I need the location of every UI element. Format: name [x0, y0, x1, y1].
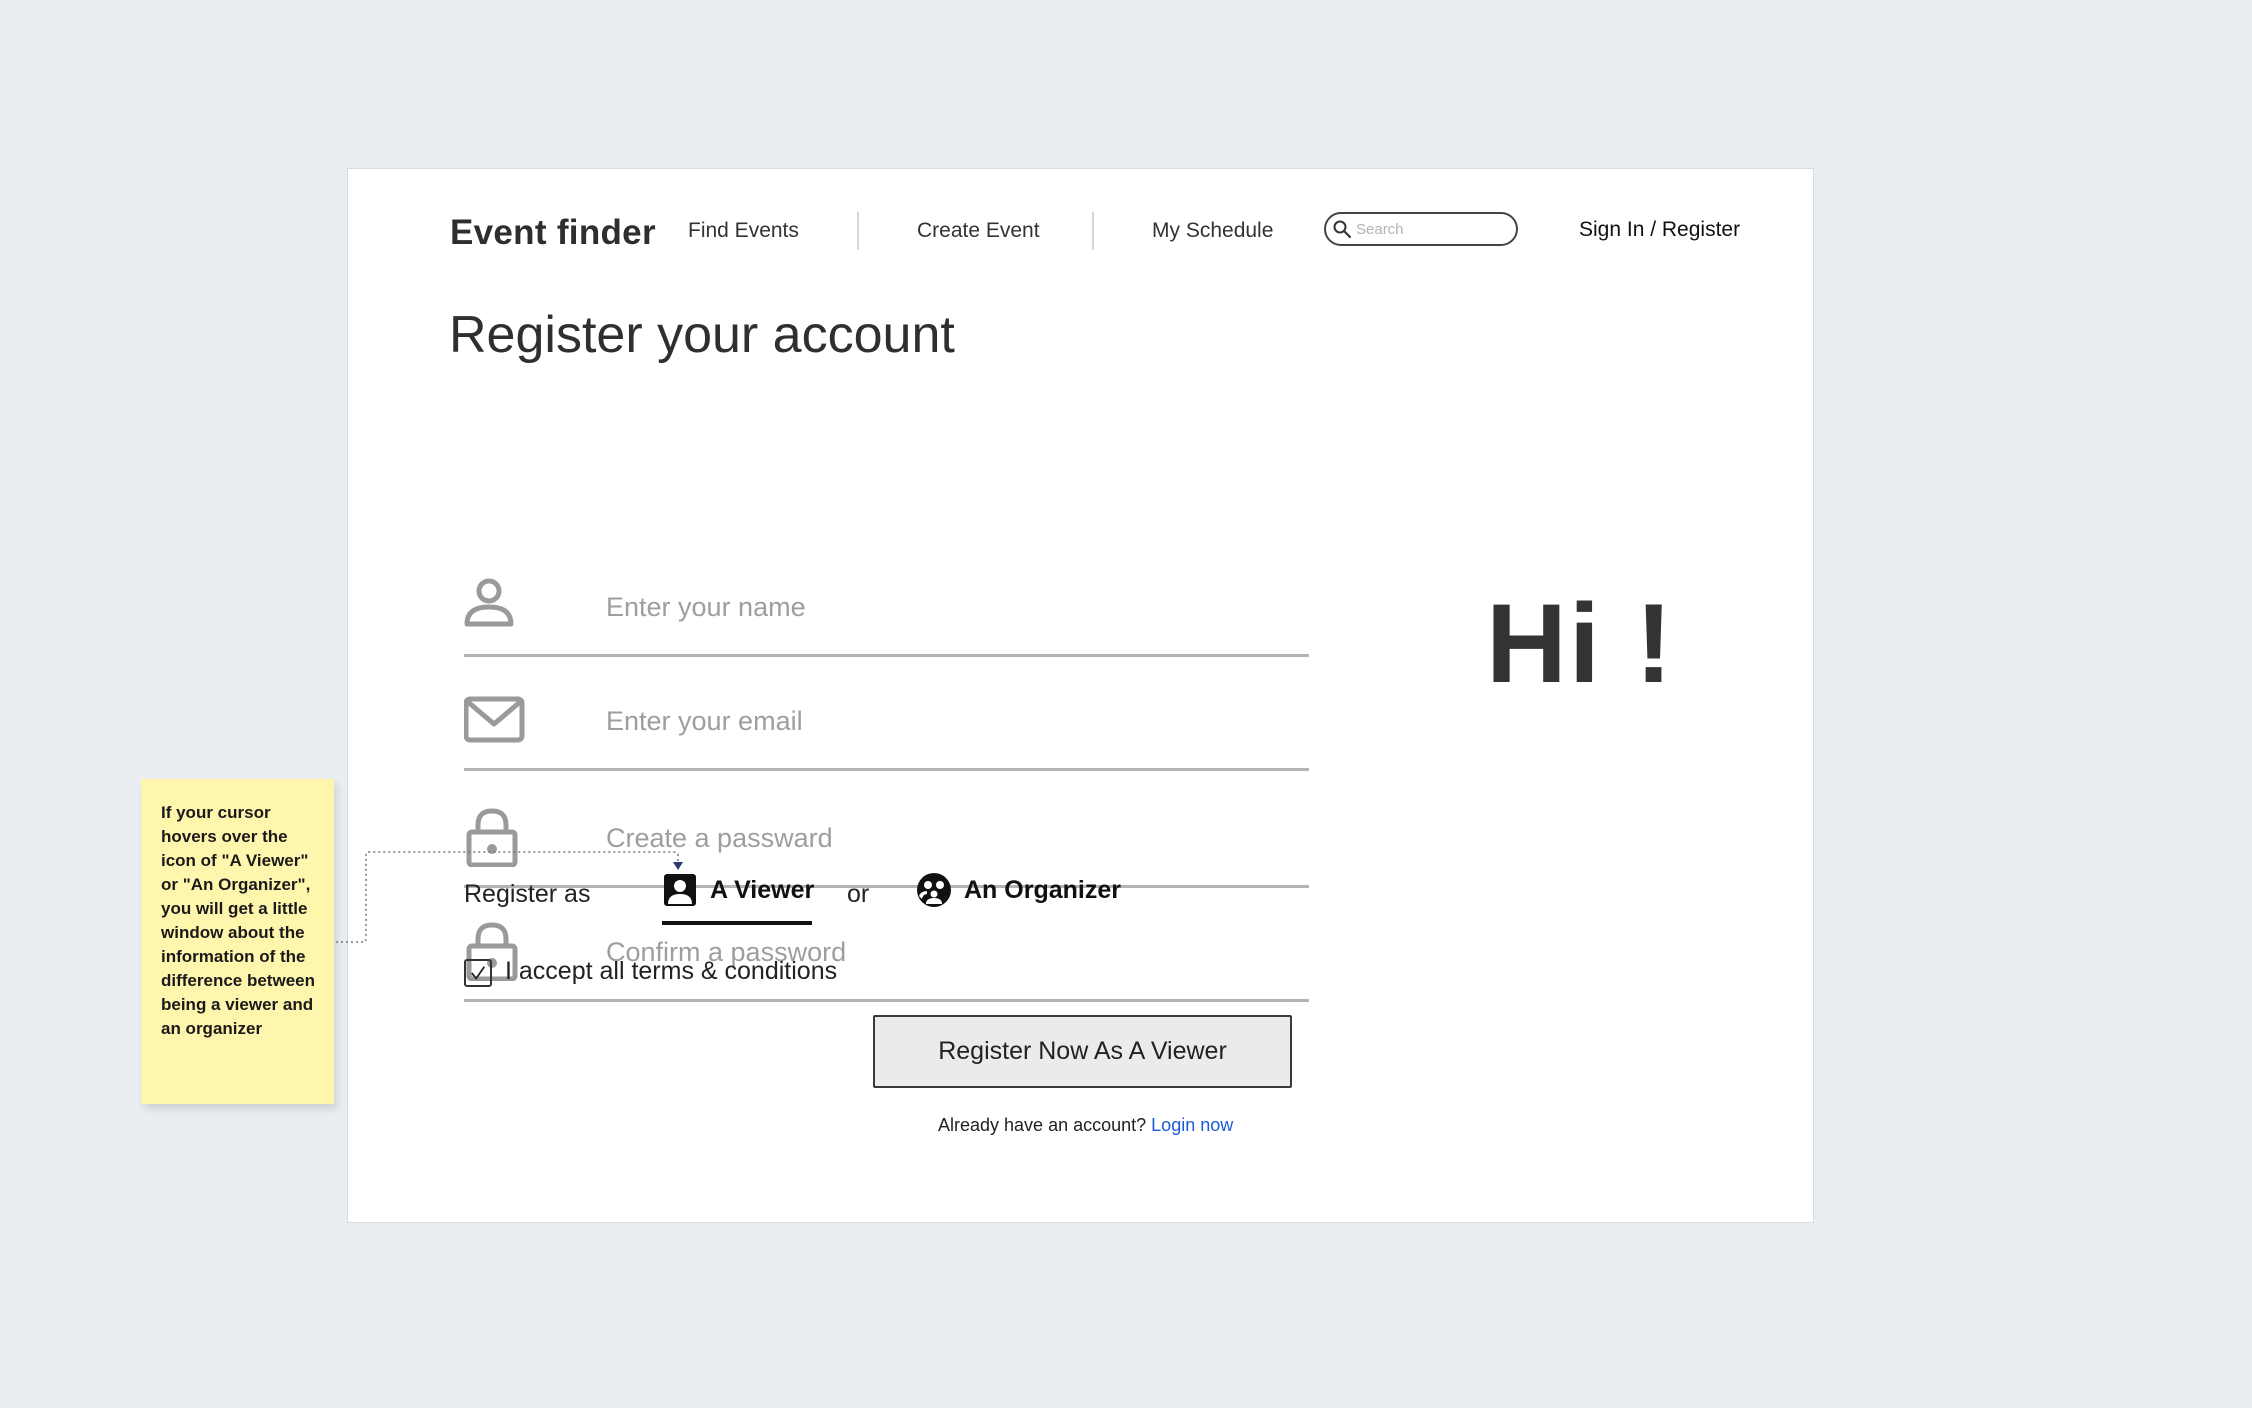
- login-prompt: Already have an account? Login now: [938, 1115, 1233, 1136]
- nav-create-event[interactable]: Create Event: [917, 219, 1040, 243]
- register-card: Event finder Find Events Create Event My…: [347, 168, 1814, 1223]
- password-input[interactable]: [604, 817, 1288, 859]
- organizer-icon[interactable]: [916, 872, 952, 908]
- signin-register-link[interactable]: Sign In / Register: [1579, 218, 1740, 242]
- organizer-label[interactable]: An Organizer: [964, 876, 1121, 905]
- search-input[interactable]: [1354, 219, 1508, 239]
- organizer-option[interactable]: An Organizer: [916, 872, 1121, 908]
- terms-label[interactable]: I accept all terms & conditions: [505, 957, 837, 986]
- email-field[interactable]: [464, 688, 1309, 771]
- page-title: Register your account: [449, 306, 955, 364]
- checkmark-icon: [471, 966, 486, 980]
- viewer-option[interactable]: A Viewer: [662, 872, 814, 908]
- app-logo[interactable]: Event finder: [450, 213, 656, 253]
- viewer-label[interactable]: A Viewer: [710, 876, 814, 905]
- envelope-icon: [464, 696, 525, 743]
- email-input[interactable]: [604, 700, 1288, 742]
- name-input[interactable]: [604, 586, 1288, 628]
- nav-my-schedule[interactable]: My Schedule: [1152, 219, 1273, 243]
- nav-divider: [1092, 212, 1094, 250]
- register-button[interactable]: Register Now As A Viewer: [873, 1015, 1292, 1088]
- note-connector: [336, 851, 683, 943]
- name-field[interactable]: [464, 574, 1309, 657]
- nav-divider: [857, 212, 859, 250]
- login-now-link[interactable]: Login now: [1151, 1115, 1233, 1135]
- person-icon: [464, 578, 514, 627]
- greeting-text: Hi !: [1486, 581, 1675, 706]
- terms-checkbox[interactable]: [464, 959, 492, 987]
- or-label: or: [847, 880, 870, 908]
- nav-find-events[interactable]: Find Events: [688, 219, 799, 243]
- search-box[interactable]: [1324, 212, 1518, 246]
- search-icon: [1333, 220, 1352, 239]
- login-prompt-text: Already have an account?: [938, 1115, 1147, 1135]
- selected-role-underline: [662, 921, 812, 925]
- sticky-note: If your cursor hovers over the icon of "…: [141, 779, 334, 1104]
